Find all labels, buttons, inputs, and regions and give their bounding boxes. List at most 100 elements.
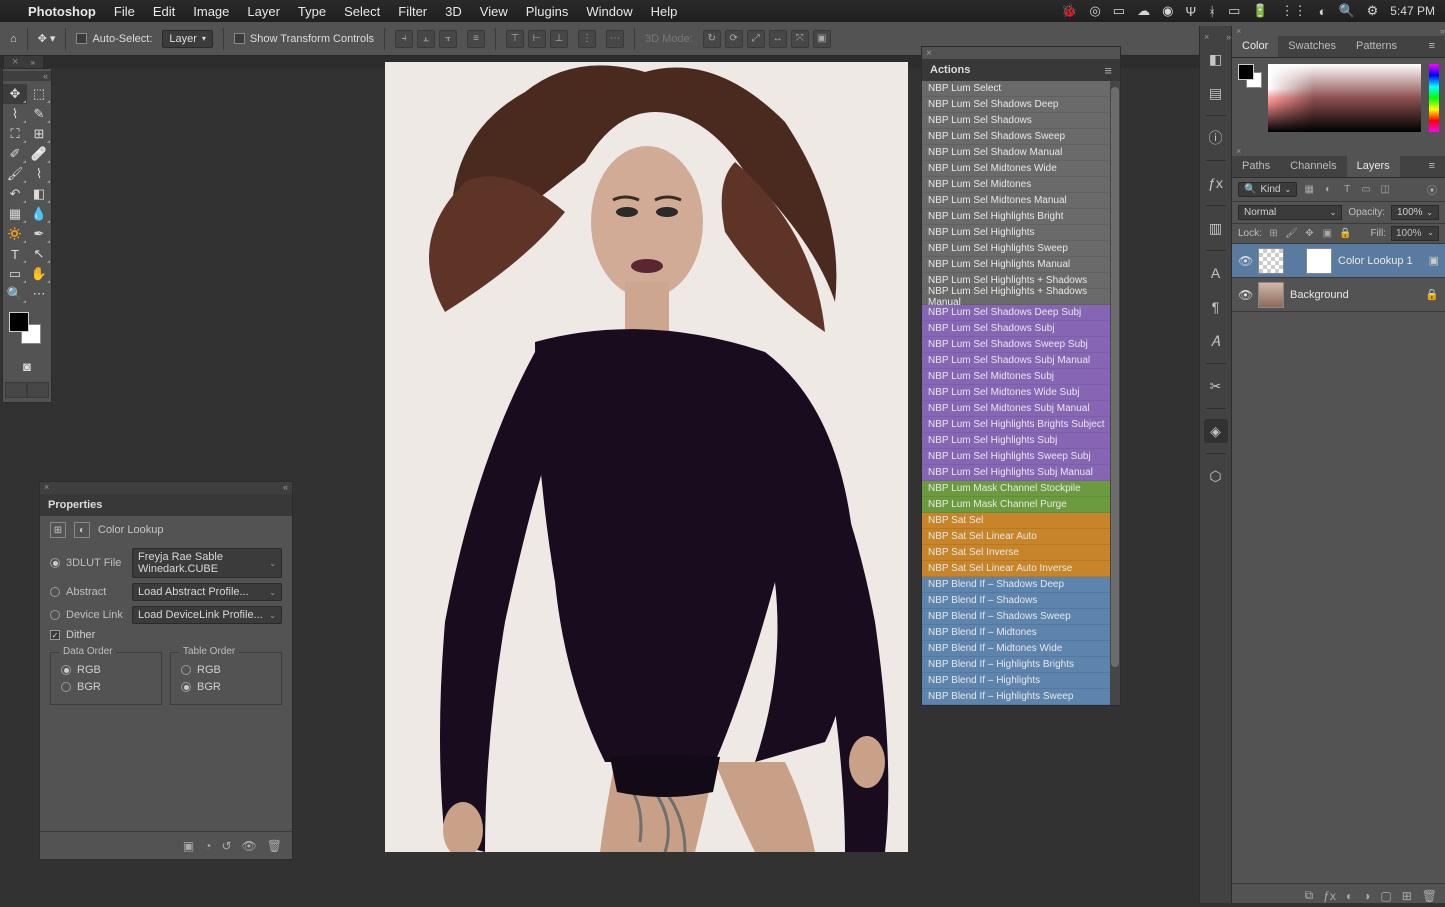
tab-layers[interactable]: Layers — [1347, 156, 1400, 177]
lut-file-radio[interactable] — [50, 558, 60, 568]
action-item[interactable]: NBP Lum Sel Midtones — [922, 177, 1120, 193]
action-item[interactable]: NBP Lum Sel Highlights Bright — [922, 209, 1120, 225]
scissors-icon[interactable]: ✂ — [1204, 374, 1228, 398]
adjustment-icon[interactable]: ◑ — [1363, 889, 1370, 903]
menu-3d[interactable]: 3D — [445, 4, 462, 19]
cloud-icon[interactable]: ☁ — [1137, 3, 1150, 19]
more-align-icon[interactable]: ⋯ — [606, 30, 624, 48]
action-item[interactable]: NBP Lum Sel Shadows — [922, 113, 1120, 129]
filter-toggle[interactable]: ⦿ — [1425, 183, 1439, 197]
filter-type-icon[interactable]: T — [1340, 183, 1354, 197]
close-icon[interactable]: × — [926, 48, 932, 59]
eraser-tool[interactable]: ◧ — [27, 184, 51, 204]
group-icon[interactable]: ▢ — [1380, 889, 1391, 903]
tab-swatches[interactable]: Swatches — [1278, 36, 1346, 57]
data-bgr-radio[interactable] — [61, 682, 71, 692]
menu-image[interactable]: Image — [193, 4, 229, 19]
foreground-color-swatch[interactable] — [9, 312, 29, 332]
abstract-radio[interactable] — [50, 587, 60, 597]
delete-icon[interactable]: 🗑 — [267, 839, 282, 853]
visibility-toggle[interactable]: 👁 — [1238, 288, 1252, 302]
toggle-visibility-icon[interactable]: 👁 — [242, 839, 257, 853]
panel-menu-icon[interactable]: ≡ — [1419, 156, 1445, 177]
marquee-tool[interactable]: ⬚ — [27, 84, 51, 104]
close-icon[interactable]: × — [44, 482, 49, 494]
valign-top-icon[interactable]: ⊤ — [506, 30, 524, 48]
action-item[interactable]: NBP Lum Sel Midtones Wide — [922, 161, 1120, 177]
action-item[interactable]: NBP Sat Sel Inverse — [922, 545, 1120, 561]
action-item[interactable]: NBP Blend If – Shadows Sweep — [922, 609, 1120, 625]
screen-mode[interactable] — [5, 382, 49, 398]
filter-pixel-icon[interactable]: ▦ — [1302, 183, 1316, 197]
document-canvas[interactable] — [385, 62, 908, 852]
filter-kind-dropdown[interactable]: 🔍 Kind ⌄ — [1238, 182, 1297, 197]
menu-window[interactable]: Window — [586, 4, 632, 19]
action-item[interactable]: NBP Lum Sel Highlights Manual — [922, 257, 1120, 273]
history-brush-tool[interactable]: ↶ — [3, 184, 27, 204]
document-tab[interactable]: × » — [4, 56, 44, 68]
action-item[interactable]: NBP Lum Sel Midtones Subj Manual — [922, 401, 1120, 417]
action-item[interactable]: NBP Lum Sel Highlights Sweep — [922, 241, 1120, 257]
fill-input[interactable]: 100%⌄ — [1391, 226, 1439, 241]
styles-icon[interactable]: ƒx — [1204, 171, 1228, 195]
battery-icon[interactable]: 🔋 — [1252, 3, 1268, 19]
hue-slider[interactable] — [1429, 64, 1439, 132]
collapse-icon[interactable]: « — [43, 71, 48, 81]
frame-tool[interactable]: ⊞ — [27, 124, 51, 144]
delete-layer-icon[interactable]: 🗑 — [1422, 889, 1437, 903]
blur-tool[interactable]: 💧 — [27, 204, 51, 224]
layer-row[interactable]: 👁Background🔒 — [1232, 278, 1445, 312]
libraries-icon[interactable]: ▤ — [1204, 81, 1228, 105]
app-name[interactable]: Photoshop — [28, 4, 96, 19]
action-item[interactable]: NBP Lum Sel Highlights Sweep Subj — [922, 449, 1120, 465]
action-item[interactable]: NBP Blend If – Highlights — [922, 673, 1120, 689]
fx-icon[interactable]: ƒx — [1323, 889, 1336, 903]
control-center-icon[interactable]: ⚙ — [1367, 3, 1379, 19]
lock-position-icon[interactable]: ✥ — [1303, 227, 1316, 240]
foreground-swatch[interactable] — [1238, 64, 1254, 80]
lock-pixels-icon[interactable]: 🖌 — [1285, 227, 1298, 240]
adjustments-icon[interactable]: ◧ — [1204, 47, 1228, 71]
home-icon[interactable]: ⌂ — [10, 33, 17, 45]
close-icon[interactable]: × — [1236, 146, 1241, 156]
action-item[interactable]: NBP Lum Sel Midtones Subj — [922, 369, 1120, 385]
lock-artboard-icon[interactable]: ▣ — [1321, 227, 1334, 240]
brush-tool[interactable]: 🖌 — [3, 164, 27, 184]
tab-paths[interactable]: Paths — [1232, 156, 1280, 177]
eyedropper-tool[interactable]: ✐ — [3, 144, 27, 164]
layer-name[interactable]: Color Lookup 1 — [1338, 255, 1423, 267]
clip-to-layer-icon[interactable]: ▣ — [183, 839, 194, 853]
valign-bottom-icon[interactable]: ⊥ — [550, 30, 568, 48]
tab-channels[interactable]: Channels — [1280, 156, 1346, 177]
actions-list[interactable]: NBP Lum SelectNBP Lum Sel Shadows DeepNB… — [922, 81, 1120, 705]
gradient-tool[interactable]: ▦ — [3, 204, 27, 224]
mask-thumbnail[interactable] — [1306, 248, 1332, 274]
reset-icon[interactable]: ↺ — [221, 839, 231, 853]
tab-color[interactable]: Color — [1232, 36, 1278, 57]
statusbar-icon[interactable]: 🐞 — [1061, 3, 1077, 19]
mask-link-icon[interactable] — [1290, 256, 1300, 266]
quick-select-tool[interactable]: ✎ — [27, 104, 51, 124]
statusbar-icon[interactable]: ◎ — [1089, 3, 1100, 19]
edit-toolbar[interactable]: ⋯ — [27, 284, 51, 304]
stamp-tool[interactable]: ⌇ — [27, 164, 51, 184]
layer-thumbnail[interactable] — [1258, 248, 1284, 274]
panel-menu-icon[interactable]: ≡ — [1419, 36, 1445, 57]
collapse-icon[interactable]: « — [283, 482, 288, 494]
close-tab-icon[interactable]: × — [12, 56, 18, 68]
panel-menu-icon[interactable]: ≡ — [1104, 63, 1112, 78]
action-item[interactable]: NBP Lum Sel Midtones Manual — [922, 193, 1120, 209]
action-item[interactable]: NBP Sat Sel Linear Auto Inverse — [922, 561, 1120, 577]
glyphs-icon[interactable]: 𝐴 — [1204, 329, 1228, 353]
action-item[interactable]: NBP Blend If – Highlights Sweep — [922, 689, 1120, 705]
action-item[interactable]: NBP Sat Sel — [922, 513, 1120, 529]
layer-name[interactable]: Background — [1290, 289, 1419, 301]
action-item[interactable]: NBP Lum Sel Highlights + Shadows Manual — [922, 289, 1120, 305]
close-icon[interactable]: × — [1236, 26, 1241, 36]
info-icon[interactable]: ⓘ — [1204, 126, 1228, 150]
crop-tool[interactable]: ⛶ — [3, 124, 27, 144]
search-icon[interactable]: 🔍 — [1338, 3, 1354, 19]
action-item[interactable]: NBP Lum Sel Shadows Subj — [922, 321, 1120, 337]
wifi-icon[interactable]: ⋮⋮ — [1281, 3, 1307, 19]
action-item[interactable]: NBP Lum Mask Channel Stockpile — [922, 481, 1120, 497]
